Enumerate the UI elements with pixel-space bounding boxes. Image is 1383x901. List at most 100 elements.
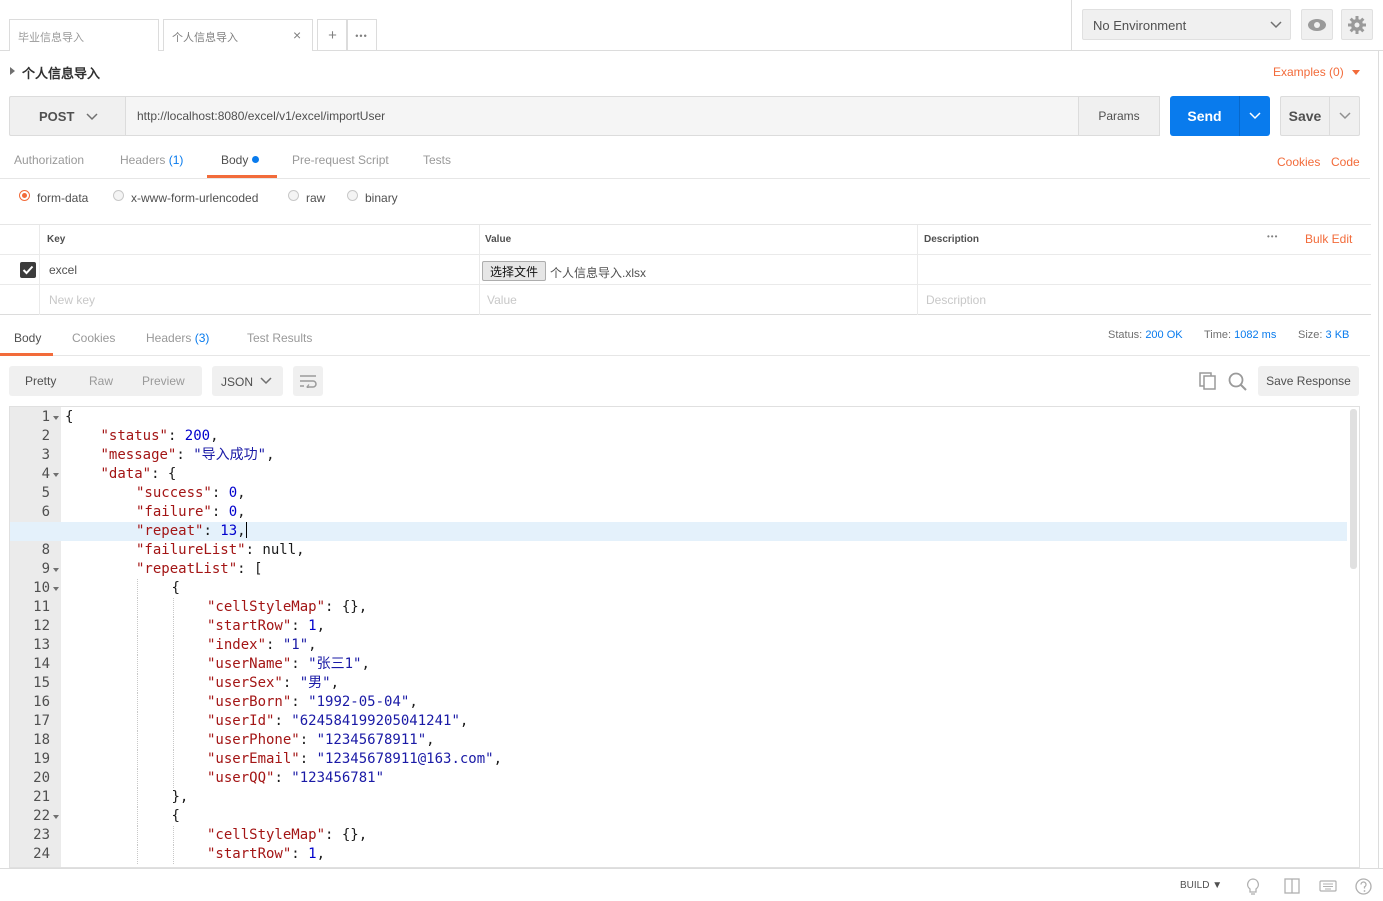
fold-toggle-icon[interactable] [53,587,59,591]
code-line: "userName": "张三1", [207,655,370,674]
code-line: "startRow": 1, [207,845,325,864]
tab-headers[interactable]: Headers (1) [120,153,183,167]
radio-urlencoded-label[interactable]: x-www-form-urlencoded [131,191,258,205]
code-token: , [266,447,275,463]
column-divider [917,225,918,315]
radio-binary[interactable] [347,190,358,201]
environment-quick-look-button[interactable] [1301,9,1333,40]
params-button[interactable]: Params [1078,96,1160,136]
keyboard-icon[interactable] [1319,880,1337,892]
preview-button[interactable]: Preview [142,374,185,388]
radio-form-data-label[interactable]: form-data [37,191,88,205]
code-line: "userId": "624584199205041241", [207,712,468,731]
code-token: : [266,637,283,653]
code-token: : [211,504,229,520]
fold-toggle-icon[interactable] [53,815,59,819]
radio-raw-label[interactable]: raw [306,191,325,205]
line-number: 9 [41,561,50,577]
method-select[interactable]: POST [9,96,126,136]
format-select[interactable]: JSON [212,366,283,396]
tab-graduate-import[interactable]: 毕业信息导入 [9,19,159,51]
resp-tab-headers[interactable]: Headers (3) [146,331,209,345]
size-label: Size: [1298,329,1323,341]
send-options-button[interactable] [1239,96,1270,136]
indent-guide [172,598,174,617]
raw-button[interactable]: Raw [89,374,113,388]
new-key-input[interactable]: New key [49,293,95,307]
active-tab-underline [207,175,277,178]
value-header: Value [485,234,512,245]
radio-form-data[interactable] [19,190,30,201]
code-link[interactable]: Code [1331,155,1360,169]
environment-label: No Environment [1093,18,1187,33]
send-button[interactable]: Send [1170,96,1239,136]
bulk-edit-link[interactable]: Bulk Edit [1305,232,1352,246]
code-token: : [274,770,292,786]
save-options-button[interactable] [1329,96,1360,136]
line-number: 10 [33,580,50,596]
code-token: , [493,751,503,767]
code-token: 1 [308,618,317,634]
new-value-input[interactable]: Value [487,293,517,307]
radio-binary-label[interactable]: binary [365,191,398,205]
fold-toggle-icon[interactable] [53,473,59,477]
tab-more-button[interactable]: ••• [346,19,377,51]
code-token: : [282,675,300,691]
response-size: Size: 3 KB [1298,329,1349,341]
resp-tab-cookies[interactable]: Cookies [72,331,115,345]
new-tab-button[interactable]: + [317,19,348,51]
save-button[interactable]: Save [1280,96,1330,136]
build-mode-toggle[interactable]: BUILD ▼ [1180,880,1222,891]
search-icon[interactable] [1228,372,1248,392]
tab-close-icon[interactable]: × [293,27,301,43]
code-token: , [330,675,340,691]
table-more-button[interactable]: ••• [1267,232,1278,241]
status-label: Status: [1108,329,1143,341]
url-input[interactable]: http://localhost:8080/excel/v1/excel/imp… [125,96,1079,136]
fold-toggle-icon[interactable] [53,568,59,572]
response-body-editor[interactable]: 123456789101112131415161718192021222324 … [9,406,1360,868]
indent-guide [137,579,138,598]
eye-icon [1308,18,1326,31]
choose-file-button[interactable]: 选择文件 [482,261,546,281]
code-token: : [ [237,561,263,577]
cookies-link[interactable]: Cookies [1277,155,1320,169]
indent-guide [137,769,138,788]
request-title[interactable]: 个人信息导入 [22,63,100,82]
line-number: 3 [41,447,50,463]
pretty-button[interactable]: Pretty [25,374,56,388]
tab-authorization[interactable]: Authorization [14,153,84,167]
code-token: "data" [100,466,152,482]
fold-toggle-icon[interactable] [53,416,59,420]
resp-tab-body[interactable]: Body [14,331,41,345]
help-icon[interactable] [1355,878,1372,895]
time-value: 1082 ms [1234,329,1277,341]
caret-right-icon[interactable] [10,67,15,75]
tab-personal-import[interactable]: 个人信息导入 × [163,19,313,51]
tab-prerequest-script[interactable]: Pre-request Script [292,153,389,167]
two-pane-icon[interactable] [1284,878,1300,894]
radio-urlencoded[interactable] [113,190,124,201]
examples-dropdown[interactable]: Examples (0) [1273,65,1361,79]
new-description-input[interactable]: Description [926,293,986,307]
indent-guide [137,617,138,636]
manage-environments-button[interactable] [1341,9,1373,40]
bulb-icon[interactable] [1246,878,1260,896]
chevron-down-icon [260,377,272,385]
indent-guide [137,655,138,674]
code-token: , [308,637,317,653]
radio-raw[interactable] [288,190,299,201]
line-number: 14 [33,656,50,672]
code-line: "userBorn": "1992-05-04", [207,693,418,712]
tab-tests[interactable]: Tests [423,153,451,167]
wrap-lines-button[interactable] [293,366,323,396]
copy-icon[interactable] [1199,372,1217,390]
row-enabled-checkbox[interactable] [20,262,36,278]
text-cursor [245,522,247,538]
key-cell[interactable]: excel [49,263,77,277]
save-response-button[interactable]: Save Response [1258,366,1359,396]
tab-body[interactable]: Body [221,153,260,167]
environment-select[interactable]: No Environment [1082,9,1291,40]
vertical-scrollbar[interactable] [1350,409,1357,569]
resp-tab-test-results[interactable]: Test Results [247,331,312,345]
